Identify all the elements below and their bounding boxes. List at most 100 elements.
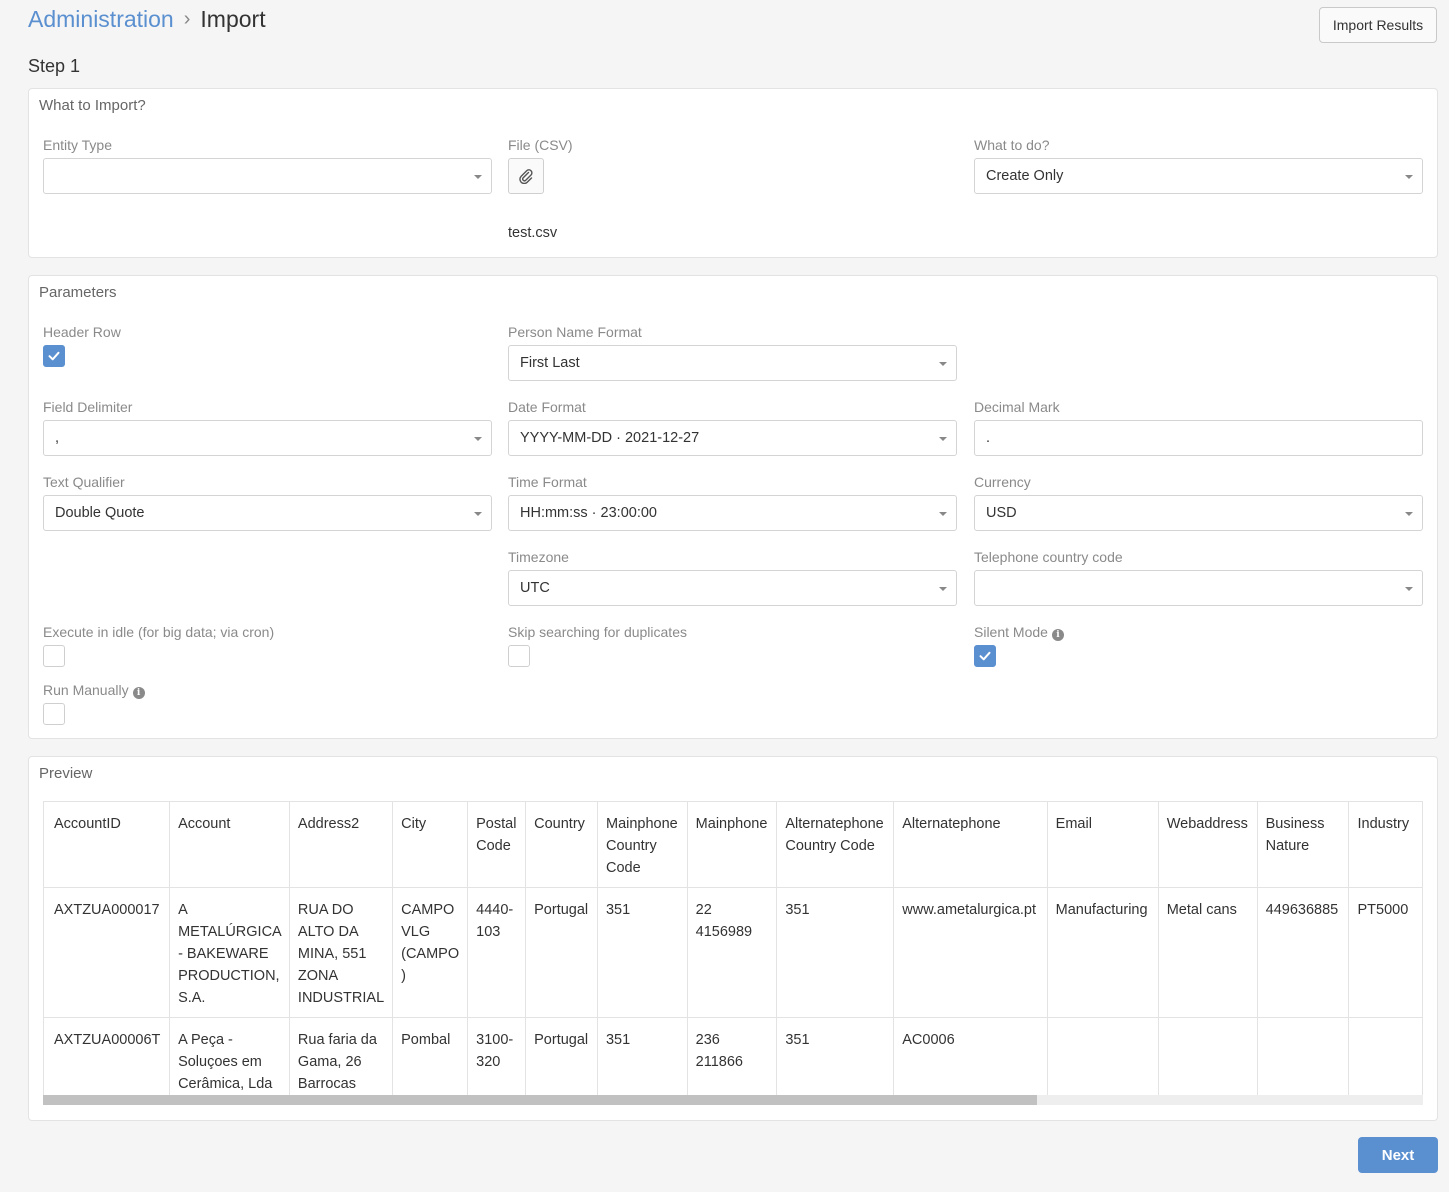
column-header: Webaddress — [1158, 801, 1258, 888]
time-format-select[interactable]: HH:mm:ss · 23:00:00 — [508, 495, 957, 531]
telephone-country-code-select[interactable] — [974, 570, 1423, 606]
decimal-mark-input[interactable]: . — [974, 420, 1423, 456]
table-cell: AXTZUA000017 — [43, 887, 171, 1018]
chevron-down-icon — [474, 175, 482, 179]
date-format-select[interactable]: YYYY-MM-DD · 2021-12-27 — [508, 420, 957, 456]
panel-title-parameters: Parameters — [39, 284, 117, 301]
table-cell: 4440-103 — [467, 887, 527, 1018]
date-format-value: YYYY-MM-DD · 2021-12-27 — [520, 430, 700, 446]
chevron-down-icon — [474, 437, 482, 441]
chevron-down-icon — [474, 512, 482, 516]
table-row: AXTZUA00006T A Peça - Soluçoes em Cerâmi… — [43, 1017, 1423, 1104]
table-cell: 351 — [597, 1017, 688, 1104]
execute-in-idle-label: Execute in idle (for big data; via cron) — [43, 624, 275, 640]
time-format-label: Time Format — [508, 474, 587, 490]
table-cell: 236 211866 — [687, 1017, 778, 1104]
paperclip-icon — [519, 169, 533, 184]
table-cell: 351 — [776, 887, 895, 1018]
import-results-button[interactable]: Import Results — [1319, 7, 1437, 43]
table-header-row: AccountID Account Address2 City Postal C… — [43, 801, 1423, 888]
attach-file-button[interactable] — [508, 158, 544, 194]
decimal-mark-value: . — [986, 430, 991, 446]
table-cell: 351 — [597, 887, 688, 1018]
table-cell: AXTZUA00006T — [43, 1017, 171, 1104]
currency-value: USD — [986, 505, 1017, 521]
table-cell: AC0006 — [893, 1017, 1048, 1104]
timezone-label: Timezone — [508, 549, 569, 565]
execute-in-idle-checkbox[interactable] — [43, 645, 65, 667]
file-csv-label: File (CSV) — [508, 137, 573, 153]
breadcrumb-separator-icon: › — [183, 7, 191, 30]
preview-table-container: AccountID Account Address2 City Postal C… — [43, 801, 1423, 1107]
header-row-checkbox[interactable] — [43, 345, 65, 367]
table-cell: Rua faria da Gama, 26 Barrocas — [289, 1017, 394, 1104]
run-manually-checkbox[interactable] — [43, 703, 65, 725]
panel-title-what-to-import: What to Import? — [39, 97, 146, 114]
column-header: Alternatephone Country Code — [776, 801, 895, 888]
column-header: Industry — [1348, 801, 1423, 888]
table-cell: Portugal — [525, 1017, 598, 1104]
timezone-value: UTC — [520, 580, 550, 596]
decimal-mark-label: Decimal Mark — [974, 399, 1060, 415]
run-manually-field: Run Manually i — [43, 682, 145, 699]
table-cell: 351 — [776, 1017, 895, 1104]
entity-type-select[interactable] — [43, 158, 492, 194]
silent-mode-checkbox[interactable] — [974, 645, 996, 667]
silent-mode-field: Silent Mode i — [974, 624, 1064, 641]
skip-duplicates-checkbox[interactable] — [508, 645, 530, 667]
text-qualifier-label: Text Qualifier — [43, 474, 125, 490]
preview-panel: Preview AccountID Account Address2 City … — [28, 756, 1438, 1121]
date-format-label: Date Format — [508, 399, 586, 415]
silent-mode-label: Silent Mode — [974, 624, 1048, 640]
table-cell — [1257, 1017, 1350, 1104]
table-cell: RUA DO ALTO DA MINA, 551 ZONA INDUSTRIAL — [289, 887, 394, 1018]
column-header: Business Nature — [1257, 801, 1350, 888]
parameters-panel: Parameters Header Row Person Name Format… — [28, 275, 1438, 739]
chevron-down-icon — [1405, 175, 1413, 179]
what-to-import-panel: What to Import? Entity Type File (CSV) t… — [28, 88, 1438, 258]
column-header: Mainphone — [687, 801, 778, 888]
table-cell — [1348, 1017, 1423, 1104]
info-icon[interactable]: i — [1051, 629, 1064, 641]
chevron-down-icon — [939, 512, 947, 516]
time-format-value: HH:mm:ss · 23:00:00 — [520, 505, 657, 521]
table-cell: 22 4156989 — [687, 887, 778, 1018]
currency-label: Currency — [974, 474, 1031, 490]
preview-table: AccountID Account Address2 City Postal C… — [43, 801, 1423, 1104]
chevron-down-icon — [1405, 512, 1413, 516]
person-name-format-select[interactable]: First Last — [508, 345, 957, 381]
column-header: Mainphone Country Code — [597, 801, 688, 888]
table-cell: CAMPO VLG (CAMPO ) — [392, 887, 469, 1018]
currency-select[interactable]: USD — [974, 495, 1423, 531]
column-header: Alternatephone — [893, 801, 1048, 888]
table-cell: Portugal — [525, 887, 598, 1018]
info-icon[interactable]: i — [132, 687, 145, 699]
table-row: AXTZUA000017 A METALÚRGICA - BAKEWARE PR… — [43, 887, 1423, 1018]
what-to-do-select[interactable]: Create Only — [974, 158, 1423, 194]
breadcrumb: Administration › Import — [28, 4, 266, 34]
chevron-down-icon — [939, 587, 947, 591]
person-name-format-value: First Last — [520, 355, 580, 371]
step-label: Step 1 — [28, 56, 81, 76]
entity-type-label: Entity Type — [43, 137, 113, 153]
table-cell: Metal cans — [1158, 887, 1258, 1018]
chevron-down-icon — [1405, 587, 1413, 591]
page-title: Import — [200, 5, 266, 32]
table-cell: A Peça - Soluçoes em Cerâmica, Lda — [169, 1017, 290, 1104]
table-cell: A METALÚRGICA - BAKEWARE PRODUCTION, S.A… — [169, 887, 290, 1018]
field-delimiter-label: Field Delimiter — [43, 399, 133, 415]
field-delimiter-select[interactable]: , — [43, 420, 492, 456]
telephone-country-code-label: Telephone country code — [974, 549, 1123, 565]
breadcrumb-administration-link[interactable]: Administration — [28, 6, 174, 33]
scrollbar-thumb[interactable] — [43, 1095, 1037, 1105]
text-qualifier-select[interactable]: Double Quote — [43, 495, 492, 531]
horizontal-scrollbar[interactable] — [43, 1095, 1423, 1105]
timezone-select[interactable]: UTC — [508, 570, 957, 606]
chevron-down-icon — [939, 437, 947, 441]
field-delimiter-value: , — [55, 430, 60, 446]
table-cell: www.ametalurgica.pt — [893, 887, 1048, 1018]
file-name: test.csv — [508, 225, 558, 241]
run-manually-label: Run Manually — [43, 682, 129, 698]
column-header: Postal Code — [467, 801, 527, 888]
next-button[interactable]: Next — [1358, 1137, 1438, 1173]
